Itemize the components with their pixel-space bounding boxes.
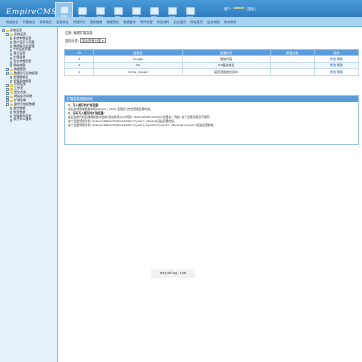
- table-cell: 2: [63, 61, 95, 70]
- expand-toggle-icon[interactable]: [6, 33, 9, 37]
- logo-text: EmpireCMS: [6, 7, 57, 16]
- help-body: 1、写入缓存的扩展变量: 在后台调用或模板中用$public_r['add_变量名…: [65, 102, 358, 129]
- table-row: 3 hongbl 微信代码 修改 删除: [63, 55, 360, 63]
- page-icon: [10, 56, 13, 60]
- table-cell: 微信代码: [181, 55, 271, 63]
- plugin-icon: [149, 7, 159, 15]
- sub-nav-link[interactable]: 附件管理: [140, 19, 152, 24]
- folder-icon: [10, 99, 13, 103]
- table-cell: [269, 55, 315, 63]
- sub-nav-link[interactable]: 更新数据: [90, 19, 102, 24]
- sub-nav-link[interactable]: 签发信息: [56, 19, 68, 24]
- header-bar: EmpireCMS 系统信息栏目模板用户插件商城其他 用户: admin [退出…: [0, 0, 362, 27]
- folder-icon: [10, 68, 13, 72]
- sub-nav-link[interactable]: 数据备份: [123, 19, 135, 24]
- watermark: mayublog.com: [151, 269, 195, 278]
- folder-icon: [10, 92, 13, 95]
- table-cell: xhl: [93, 61, 183, 70]
- table-cell: home_classid: [93, 68, 183, 76]
- shop-icon: [167, 7, 177, 15]
- expand-toggle-icon[interactable]: [6, 103, 9, 107]
- category-select-value: 显示所有分类: [81, 39, 101, 43]
- page-icon: [10, 37, 13, 41]
- page-icon: [10, 76, 13, 80]
- table-cell: hongbl: [93, 55, 183, 63]
- expand-toggle-icon[interactable]: [6, 83, 9, 87]
- page-icon: [10, 111, 13, 115]
- other-icon: [185, 7, 195, 15]
- sub-nav-link[interactable]: 管理评论: [73, 19, 85, 24]
- sub-nav-link[interactable]: 网站首页: [190, 19, 202, 24]
- page-icon: [10, 107, 13, 111]
- expand-toggle-icon[interactable]: [6, 91, 9, 95]
- row-action-links[interactable]: 修改 删除: [313, 68, 360, 76]
- category-filter-label: 选择分类:: [65, 39, 79, 43]
- logout-link[interactable]: [退出]: [247, 6, 256, 11]
- expand-toggle-icon[interactable]: [6, 87, 9, 91]
- expand-toggle-icon[interactable]: [6, 95, 9, 99]
- sub-nav-link[interactable]: 修改资料: [157, 19, 169, 24]
- user-name: admin: [233, 6, 245, 10]
- page-icon: [10, 118, 13, 122]
- empirecms-logo[interactable]: EmpireCMS: [3, 4, 56, 18]
- sidebar-item-label: 执行SQL语句: [13, 117, 32, 122]
- page-icon: [10, 52, 13, 56]
- expand-toggle-icon[interactable]: [2, 29, 5, 33]
- help-panel: 扩展变量调用说明 1、写入缓存的扩展变量: 在后台调用或模板中用$public_r…: [64, 95, 359, 145]
- sub-nav-link[interactable]: 后台地图: [207, 19, 219, 24]
- category-select[interactable]: 显示所有分类 ▾: [79, 38, 106, 43]
- expand-toggle-icon[interactable]: [6, 99, 9, 103]
- chevron-down-icon: ▾: [101, 38, 104, 43]
- table-cell: 1: [63, 68, 95, 76]
- template-icon: [113, 7, 123, 15]
- category-filter: 选择分类: 显示所有分类 ▾: [65, 38, 106, 43]
- page-icon: [10, 115, 13, 119]
- table-cell: 首页调用的栏目ID: [181, 68, 271, 76]
- table-row: 1 home_classid 首页调用的栏目ID 修改 删除: [63, 68, 360, 76]
- page-icon: [10, 45, 13, 48]
- user-info: 用户: admin [退出]: [224, 6, 255, 11]
- page-icon: [10, 60, 13, 64]
- folder-icon: [10, 88, 13, 91]
- table-row: 2 xhl ICP备案信息 修改 删除: [63, 61, 360, 70]
- page-icon: [10, 80, 13, 84]
- page-icon: [10, 48, 13, 52]
- sub-nav-link[interactable]: 管理信息: [23, 19, 35, 24]
- sub-nav: 增加信息 管理信息 审核信息 签发信息 管理评论 更新数据 数据更新 数据备份 附件管理 修改资料…: [0, 17, 362, 27]
- user-icon: [131, 7, 141, 15]
- table-cell: [269, 61, 315, 70]
- folder-icon: [10, 95, 13, 99]
- sub-nav-link[interactable]: 数据更新: [107, 19, 119, 24]
- row-action-links[interactable]: 修改 删除: [313, 61, 360, 70]
- folder-icon: [10, 84, 13, 87]
- folder-icon: [6, 29, 9, 33]
- sidebar-item[interactable]: 执行SQL语句: [0, 118, 57, 122]
- sub-nav-link[interactable]: 版本更新: [224, 19, 236, 24]
- user-label: 用户:: [224, 7, 232, 11]
- table-cell: ICP备案信息: [181, 61, 271, 70]
- page-icon: [10, 64, 13, 68]
- page-icon: [10, 41, 13, 45]
- info-icon: [77, 7, 87, 15]
- sub-nav-link[interactable]: 后台首页: [174, 19, 186, 24]
- expand-toggle-icon[interactable]: [6, 68, 9, 72]
- main-content: 位置: 管理扩展变量 选择分类: 显示所有分类 ▾ ID 变量名 变量标识 所属分类操…: [61, 27, 362, 362]
- breadcrumb: 位置: 管理扩展变量: [65, 31, 93, 35]
- row-action-links[interactable]: 修改 删除: [313, 55, 360, 63]
- sub-nav-link[interactable]: 增加信息: [6, 19, 18, 24]
- sub-nav-link[interactable]: 审核信息: [40, 19, 52, 24]
- ext-var-table: ID 变量名 变量标识 所属分类 操作 3 hongbl 微信代码 修改 删除 2 xhl ICP备…: [63, 49, 360, 76]
- sidebar-tree: 系统设置 系统设置 系统参数设置 用户自定义页面 数据库与表管理 FTP设置管理 其它设置扩…: [0, 27, 58, 362]
- system-icon: [59, 6, 69, 14]
- help-line: 多个变量调用示例: $value=ReturnPublicAddVar('myv…: [68, 122, 217, 127]
- column-icon: [95, 7, 105, 15]
- expand-toggle-icon[interactable]: [6, 72, 9, 76]
- table-cell: [269, 68, 315, 76]
- table-cell: 3: [63, 55, 95, 63]
